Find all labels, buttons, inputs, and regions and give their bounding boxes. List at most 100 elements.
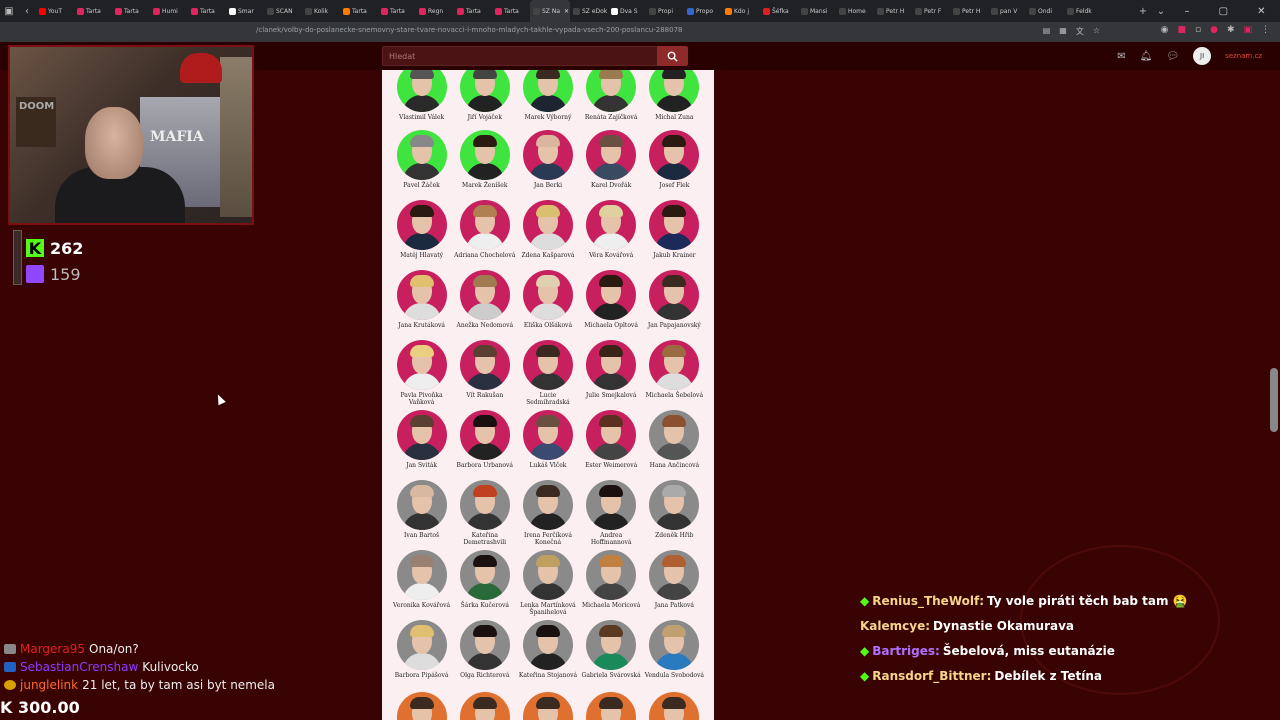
browser-tab[interactable]: YouT [36,0,74,22]
mp-card[interactable]: Kateřina Demetrashvili [454,480,516,547]
chat-username[interactable]: Renius_TheWolf: [872,594,984,608]
browser-tab[interactable]: SZ eDok [570,0,608,22]
browser-tab[interactable]: Mansi [798,0,836,22]
browser-tab[interactable]: Dva S [608,0,646,22]
browser-tab[interactable]: Feldk [1064,0,1102,22]
browser-tab[interactable]: Tarta [112,0,150,22]
mp-card[interactable]: Michal Zuna [643,70,705,122]
browser-tab[interactable]: SZ Na ✕ [530,0,570,22]
browser-tab[interactable]: Ondi [1026,0,1064,22]
browser-tab[interactable]: Regn [416,0,454,22]
mp-card[interactable]: Josef Flek [643,130,705,190]
browser-tab[interactable]: Propo [684,0,722,22]
mp-card[interactable]: Marek Výborný [517,70,579,122]
brand-logo[interactable]: seznam.cz [1225,52,1262,60]
mp-card[interactable]: Gabriela Svárovská [580,620,642,680]
mp-card[interactable]: Marek Ženíšek [454,130,516,190]
browser-tab[interactable]: Petr H [874,0,912,22]
browser-tab[interactable]: Šéfka [760,0,798,22]
browser-tab[interactable]: Petr F [912,0,950,22]
mp-card[interactable]: Zdena Kašparová [517,200,579,260]
browser-tab[interactable]: Kdo j [722,0,760,22]
mp-card[interactable]: Lukáš Vlček [517,410,579,470]
mp-card[interactable]: Renáta Zajíčková [580,70,642,122]
chat-username[interactable]: Bartriges: [872,644,940,658]
chat-username[interactable]: SebastianCrenshaw [20,660,138,674]
mp-card[interactable]: Andrea Hoffmannová [580,480,642,547]
mp-card[interactable]: Adriana Chochelová [454,200,516,260]
browser-tab[interactable]: Tarta [492,0,530,22]
profile-icon[interactable]: ▣ [1243,25,1252,35]
avatar[interactable]: JI [1193,47,1212,65]
mp-card[interactable] [517,692,579,720]
chat-bubble-icon[interactable]: 💬︎ [1166,51,1179,62]
mp-card[interactable]: Ester Weimerová [580,410,642,470]
mp-card[interactable]: Vít Rakušan [454,340,516,407]
mp-card[interactable]: Anežka Nedomová [454,270,516,330]
translate-icon[interactable]: 文 [1076,26,1084,37]
mp-card[interactable]: Hana Ančincová [643,410,705,470]
chat-username[interactable]: Margera95 [20,642,85,656]
tab-dropdown-icon[interactable]: ⌄ [1152,0,1170,22]
mp-card[interactable]: Jana Krutáková [391,270,453,330]
mp-card[interactable]: Matěj Hlavatý [391,200,453,260]
mp-card[interactable] [643,692,705,720]
browser-tab[interactable]: Tarta [378,0,416,22]
chat-username[interactable]: Kalemcye: [860,619,930,633]
chat-username[interactable]: junglelink [20,678,78,692]
extension-red-icon-2[interactable]: ● [1210,25,1218,35]
browser-tab[interactable]: Smar [226,0,264,22]
mp-card[interactable]: Zdeněk Hřib [643,480,705,547]
mp-card[interactable]: Jan Sviták [391,410,453,470]
mp-card[interactable]: Michaela Moricová [580,550,642,617]
mp-card[interactable] [391,692,453,720]
mp-card[interactable]: Vlastimil Válek [391,70,453,122]
mp-card[interactable]: Eliška Olšáková [517,270,579,330]
mp-card[interactable]: Jana Patková [643,550,705,617]
browser-tab[interactable]: Humi [150,0,188,22]
scroll-tabs-left-icon[interactable]: ‹ [18,0,36,22]
search-input[interactable]: Hledat [382,46,658,66]
url-text[interactable]: /clanek/volby-do-poslanecke-snemovny-sta… [256,26,683,34]
mp-card[interactable]: Kateřina Stojanová [517,620,579,680]
mp-card[interactable]: Vendula Svobodová [643,620,705,680]
page-scrollbar[interactable] [1270,368,1278,432]
chat-username[interactable]: Ransdorf_Bittner: [872,669,991,683]
mp-card[interactable] [580,692,642,720]
browser-tab[interactable]: pan V [988,0,1026,22]
mp-card[interactable]: Barbora Urbanová [454,410,516,470]
browser-tab[interactable]: Tarta [454,0,492,22]
browser-tab[interactable]: Petr H [950,0,988,22]
extension-icon-2[interactable]: ▫ [1195,25,1201,35]
maximize-button[interactable]: ▢ [1219,6,1228,17]
search-button[interactable] [657,46,688,66]
browser-tab[interactable]: Propi [646,0,684,22]
browser-tab[interactable]: Home [836,0,874,22]
browser-tab[interactable]: Tarta [340,0,378,22]
mp-card[interactable]: Julie Smejkalová [580,340,642,407]
tab-search-icon[interactable]: ▣ [0,0,18,22]
mp-card[interactable]: Lenka Martínková Španihelová [517,550,579,617]
share-icon[interactable]: ▦ [1059,26,1067,37]
mp-card[interactable]: Šárka Kučerová [454,550,516,617]
mp-card[interactable]: Pavel Žáček [391,130,453,190]
extension-icon[interactable]: ◉ [1161,25,1169,35]
browser-tab[interactable]: SCAN [264,0,302,22]
mp-card[interactable]: Jiří Vojáček [454,70,516,122]
browser-tab[interactable]: Kolik [302,0,340,22]
mp-card[interactable]: Lucie Sedmihradská [517,340,579,407]
bookmark-star-icon[interactable]: ☆ [1093,26,1100,37]
new-tab-button[interactable]: + [1134,0,1152,22]
mp-card[interactable]: Karel Dvořák [580,130,642,190]
minimize-button[interactable]: – [1185,6,1190,17]
mp-card[interactable]: Jan Berki [517,130,579,190]
bell-icon[interactable]: 🔔︎ [1140,51,1153,62]
extensions-puzzle-icon[interactable]: ✱ [1227,25,1235,35]
browser-tab[interactable]: Tarta [74,0,112,22]
mp-card[interactable]: Jan Papajanovský [643,270,705,330]
mp-card[interactable]: Jakub Krainer [643,200,705,260]
extension-red-icon[interactable]: ■ [1177,25,1186,35]
mp-card[interactable]: Věra Kovářová [580,200,642,260]
mp-card[interactable] [454,692,516,720]
mp-card[interactable]: Irena Ferčíková Konečná [517,480,579,547]
